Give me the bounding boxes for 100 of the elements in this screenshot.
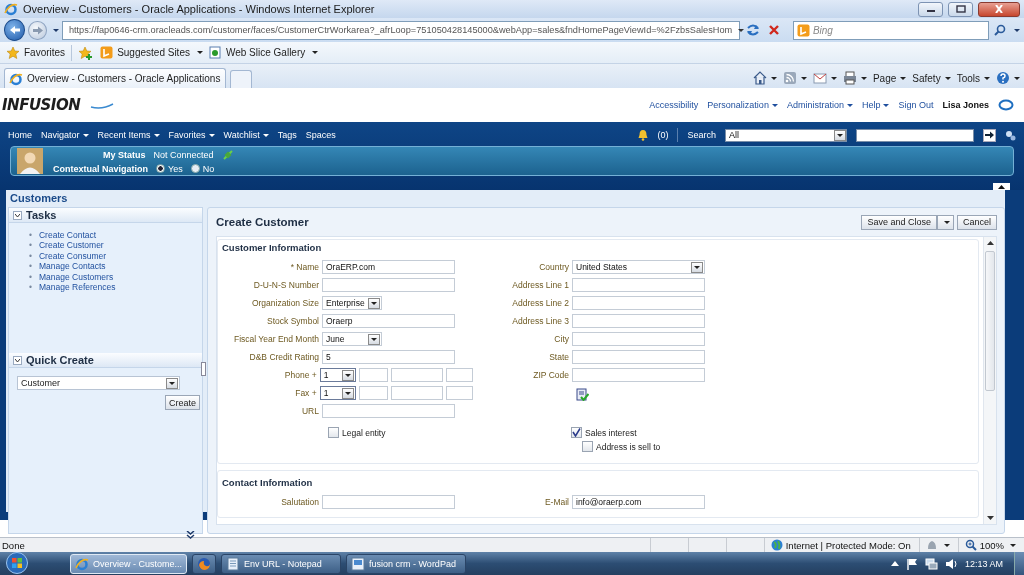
browser-tab[interactable]: Overview - Customers - Oracle Applications — [4, 68, 226, 88]
taskbar-button[interactable]: Env URL - Notepad — [221, 553, 342, 574]
search-field[interactable]: Bing — [792, 20, 989, 40]
header-link[interactable]: Administration — [786, 100, 853, 110]
field-label: * Name — [289, 262, 319, 272]
search-field[interactable] — [856, 128, 974, 142]
collapse-button[interactable] — [993, 183, 1010, 190]
scrollbar[interactable] — [983, 237, 996, 524]
checkbox[interactable] — [328, 427, 339, 438]
text-field[interactable] — [446, 368, 473, 382]
select-field[interactable]: 1 — [319, 368, 356, 382]
firefox-icon — [197, 556, 212, 571]
search-button[interactable] — [992, 24, 1008, 36]
header-link[interactable]: Personalization — [707, 100, 778, 110]
header-link[interactable]: Help — [861, 100, 890, 110]
nav-menu[interactable]: Watchlist — [223, 130, 269, 140]
back-button[interactable] — [4, 19, 26, 41]
nav-menu[interactable]: Tags — [277, 130, 297, 140]
text-field[interactable] — [391, 368, 444, 382]
select-field[interactable]: Enterprise — [322, 296, 382, 310]
favorites-button[interactable]: Favorites — [6, 45, 66, 60]
text-field[interactable] — [572, 350, 705, 364]
nav-menu[interactable]: Favorites — [168, 130, 215, 140]
bell-icon[interactable] — [638, 129, 649, 141]
text-field[interactable] — [572, 278, 705, 292]
header-link[interactable]: Accessibility — [649, 100, 699, 110]
nav-menu[interactable]: Navigator — [41, 130, 89, 140]
nav-menu[interactable]: Spaces — [305, 130, 336, 140]
splitter-handle[interactable] — [201, 362, 206, 376]
text-field[interactable] — [572, 332, 705, 346]
help-button[interactable] — [996, 71, 1020, 85]
checkbox[interactable] — [582, 441, 593, 452]
caret-icon — [1010, 543, 1016, 547]
home-button[interactable] — [752, 71, 777, 85]
volume-icon[interactable] — [944, 557, 958, 570]
show-hidden-icon[interactable] — [890, 561, 899, 566]
go-button[interactable] — [983, 128, 996, 142]
print-button[interactable] — [842, 71, 867, 85]
plug-icon[interactable] — [221, 148, 234, 161]
clock[interactable]: 12:13 AM — [964, 558, 1003, 569]
close-button[interactable] — [978, 1, 1020, 17]
start-button[interactable] — [4, 551, 30, 575]
minimize-button[interactable] — [918, 1, 943, 17]
command-menu[interactable]: Tools — [956, 72, 990, 84]
checkbox[interactable] — [571, 427, 582, 438]
show-desktop-button[interactable] — [1014, 552, 1024, 575]
panel-header[interactable]: Tasks — [9, 208, 202, 223]
text-field[interactable] — [358, 386, 389, 400]
expand-icon[interactable] — [186, 531, 195, 539]
task-link[interactable]: Manage References — [39, 282, 116, 293]
text-field[interactable] — [358, 368, 389, 382]
caret-icon — [344, 391, 351, 395]
text-field[interactable]: 5 — [322, 350, 455, 364]
mail-button[interactable] — [812, 71, 837, 85]
task-link[interactable]: Manage Contacts — [39, 261, 106, 272]
scope-select[interactable]: All — [725, 128, 847, 142]
text-field[interactable]: OraERP.com — [322, 260, 455, 274]
text-field[interactable]: info@oraerp.com — [572, 495, 705, 509]
verify-address-icon[interactable] — [576, 388, 589, 401]
nav-menu[interactable]: Recent Items — [97, 130, 160, 140]
text-field[interactable] — [446, 386, 473, 400]
panel-header[interactable]: Quick Create — [9, 353, 202, 368]
nav-menu[interactable]: Home — [8, 130, 32, 140]
command-menu[interactable]: Safety — [912, 72, 951, 84]
text-field[interactable] — [391, 386, 444, 400]
task-link[interactable]: Create Customer — [39, 240, 104, 251]
network-icon[interactable] — [924, 557, 938, 570]
settings-icon[interactable] — [1005, 129, 1016, 141]
select-field[interactable]: June — [322, 332, 382, 346]
caret-icon — [196, 51, 203, 54]
cancel-button[interactable]: Cancel — [957, 214, 997, 230]
text-field[interactable] — [572, 368, 705, 382]
taskbar-button[interactable]: fusion crm - WordPad — [346, 553, 467, 574]
feed-button[interactable] — [782, 71, 807, 85]
task-link[interactable]: Create Consumer — [39, 250, 107, 262]
text-field[interactable]: Oraerp — [322, 314, 455, 328]
add-favorites-button[interactable] — [78, 45, 95, 60]
text-field[interactable] — [322, 495, 455, 509]
select-field[interactable]: 1 — [319, 386, 356, 400]
header-link[interactable]: Sign Out — [898, 100, 934, 110]
notification-count[interactable]: (0) — [657, 130, 669, 140]
select-field[interactable]: United States — [572, 260, 705, 274]
save-close-button[interactable]: Save and Close — [861, 214, 937, 230]
text-field[interactable] — [572, 296, 705, 310]
flag-icon[interactable] — [905, 557, 918, 570]
command-menu[interactable]: Page — [872, 72, 907, 84]
text-field[interactable] — [322, 404, 455, 418]
create-select[interactable]: Customer — [17, 376, 180, 390]
close-icon — [994, 5, 1004, 13]
taskbar-button[interactable] — [192, 553, 217, 574]
maximize-button[interactable] — [948, 1, 973, 17]
task-link[interactable]: Create Contact — [39, 230, 97, 241]
task-link[interactable]: Manage Customers — [39, 271, 114, 283]
radio-option[interactable]: Yes — [156, 163, 183, 174]
text-field[interactable] — [572, 314, 705, 328]
radio-option[interactable]: No — [190, 163, 215, 174]
text-field[interactable] — [322, 278, 455, 292]
create-button[interactable]: Create — [165, 395, 200, 410]
favorites-link[interactable]: Suggested Sites — [100, 46, 203, 59]
favorites-link[interactable]: Web Slice Gallery — [208, 46, 319, 59]
